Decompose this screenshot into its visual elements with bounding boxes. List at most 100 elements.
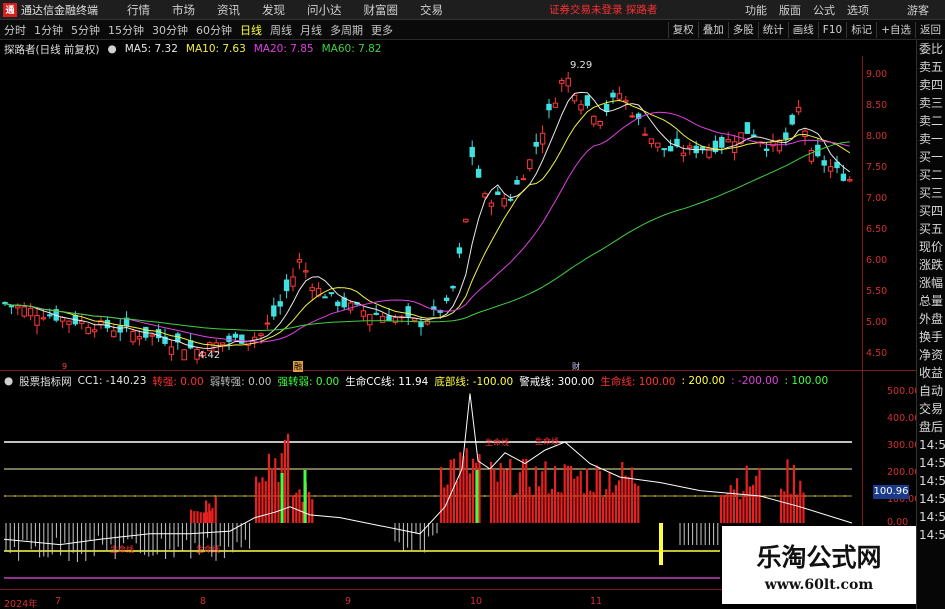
- candle-body: [283, 279, 290, 292]
- quote-field: 14:50: [919, 528, 945, 542]
- life-line-tag: 生命线: [196, 544, 220, 554]
- indicator-bar: [582, 493, 585, 523]
- back-button[interactable]: 返回: [915, 22, 945, 38]
- quote-field: 14:50: [919, 492, 945, 506]
- life-line-tag: 生命线: [485, 437, 509, 447]
- watermark-url: www.60lt.com: [764, 576, 874, 593]
- quote-field: 14:50: [919, 510, 945, 524]
- candle-body: [15, 305, 21, 309]
- quote-field: 换手: [919, 330, 944, 344]
- price-axis-label: 6.50: [866, 224, 888, 235]
- candle-body: [507, 198, 514, 201]
- price-axis-label: 5.50: [866, 286, 888, 297]
- price-axis-label: 8.00: [866, 131, 888, 142]
- indicator-bar: [440, 467, 443, 523]
- indicator-bar: [255, 476, 258, 523]
- candle-body: [463, 218, 469, 223]
- event-marker-report[interactable]: 财: [572, 361, 580, 372]
- indicator-bar: [214, 496, 217, 523]
- candle-body: [565, 77, 571, 87]
- indicator-name[interactable]: 股票指标网: [19, 374, 72, 389]
- event-marker[interactable]: 9: [62, 362, 67, 371]
- indicator-bar: [755, 475, 758, 523]
- candle-body: [379, 315, 386, 323]
- candle-body: [309, 287, 315, 292]
- indicator-bar: [515, 493, 518, 523]
- candle-body: [226, 335, 232, 342]
- quote-field: 委比: [919, 42, 944, 56]
- candle-body: [584, 95, 591, 106]
- strong-to-weak-bar: [303, 470, 307, 523]
- candle-body: [187, 340, 194, 349]
- kline-chart[interactable]: 生命线 生命线生命线 生命线: [0, 0, 916, 609]
- quote-field: 总量: [919, 294, 944, 308]
- indicator-bar: [560, 492, 563, 523]
- quote-field: 盘后: [919, 420, 944, 434]
- indicator-bar: [271, 468, 274, 523]
- indicator-bar: [792, 464, 795, 523]
- candle-body: [789, 114, 795, 125]
- candle-body: [168, 346, 175, 355]
- candle-body: [539, 132, 546, 145]
- indicator-bar: [579, 470, 582, 523]
- indicator-bar: [287, 433, 290, 523]
- candle-body: [111, 330, 117, 338]
- candle-body: [514, 180, 520, 185]
- indicator-bar: [211, 508, 214, 523]
- indicator-bar: [311, 499, 314, 523]
- quote-field: 外盘: [919, 312, 944, 326]
- event-marker-finance[interactable]: 融: [293, 361, 303, 372]
- indicator-bar: [573, 478, 576, 523]
- quote-field: 卖二: [919, 114, 944, 128]
- quote-field: 买四: [919, 204, 944, 218]
- indicator-bar: [598, 471, 601, 523]
- indicator-bar: [726, 492, 729, 523]
- line-200-label: : 200.00: [681, 375, 726, 387]
- price-axis-label: 9.00: [866, 69, 888, 80]
- indicator-bar: [468, 473, 471, 523]
- candle-body: [661, 148, 667, 151]
- life-line-label: 生命线: 100.00: [600, 375, 676, 388]
- indicator-bar: [196, 511, 199, 523]
- indicator-bar: [493, 469, 496, 523]
- indicator-bar: [748, 486, 751, 523]
- indicator-bar: [789, 493, 792, 523]
- candle-body: [85, 327, 91, 335]
- indicator-bar: [589, 490, 592, 523]
- watermark-title: 乐淘公式网: [756, 542, 882, 572]
- date-month-label: 7: [55, 596, 62, 607]
- candle-body: [130, 330, 136, 343]
- candle-body: [328, 292, 335, 295]
- candle-body: [104, 319, 111, 329]
- indicator-bar: [550, 488, 553, 523]
- ma60-label: MA60: 7.82: [321, 43, 382, 55]
- indicator-bar: [554, 465, 557, 523]
- indicator-bar: [295, 492, 298, 523]
- life-line-tag: 生命线: [535, 436, 559, 446]
- candle-body: [456, 247, 463, 254]
- indicator-bar: [634, 483, 637, 523]
- candle-body: [450, 285, 456, 289]
- candle-body: [648, 138, 655, 145]
- stock-label[interactable]: 探路者(日线 前复权): [4, 42, 100, 57]
- candle-body: [763, 148, 770, 151]
- alert-line-label: 警戒线: 300.00: [519, 375, 595, 388]
- candle-body: [546, 103, 552, 111]
- candle-body: [802, 130, 808, 137]
- candle-body: [821, 160, 827, 166]
- indicator-bar: [627, 477, 630, 523]
- candle-body: [482, 193, 488, 198]
- indicator-bar: [456, 481, 459, 523]
- quote-field: 买三: [919, 186, 944, 200]
- candle-body: [603, 103, 610, 112]
- indicator-bar: [723, 495, 726, 523]
- quote-field: 14:50: [919, 456, 945, 470]
- ma10-label: MA10: 7.63: [185, 43, 246, 55]
- indicator-bar: [624, 475, 627, 523]
- indicator-bar: [541, 471, 544, 523]
- indicator-bar: [538, 486, 541, 523]
- candle-body: [47, 314, 53, 317]
- candle-body: [91, 329, 98, 333]
- indicator-bar: [621, 462, 624, 523]
- indicator-bar: [292, 495, 295, 523]
